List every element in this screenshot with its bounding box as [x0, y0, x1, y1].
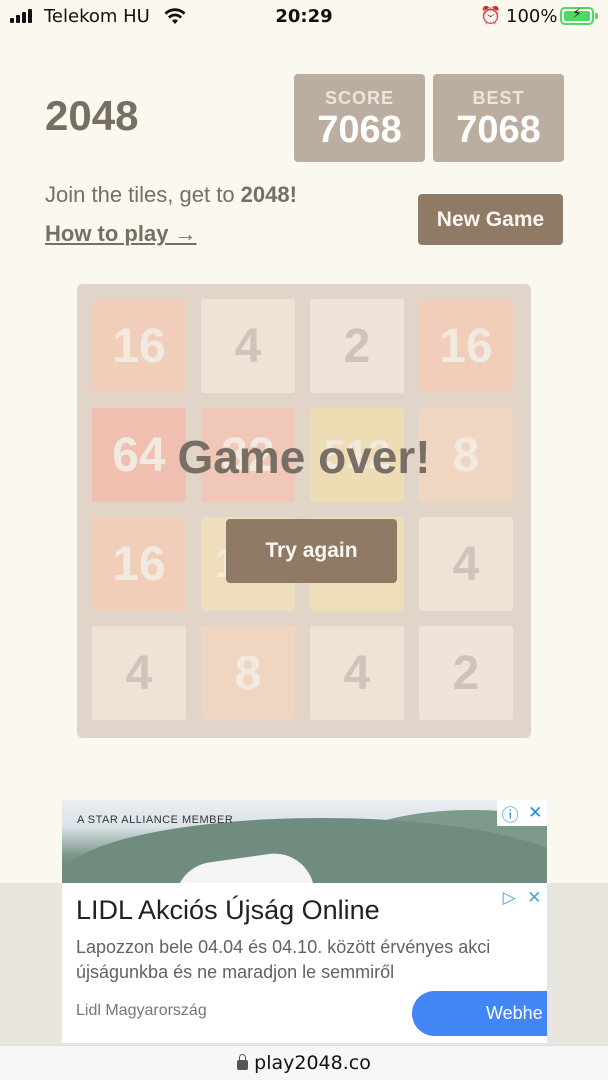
game-title: 2048 — [45, 92, 139, 139]
intro-text: Join the tiles, get to 2048! — [45, 182, 297, 208]
browser-url-bar[interactable]: play2048.co — [0, 1045, 608, 1080]
score-box: SCORE 7068 — [294, 74, 425, 162]
how-to-play-link[interactable]: How to play → — [45, 221, 197, 247]
ad-body: Lapozzon bele 04.04 és 04.10. között érv… — [76, 935, 547, 985]
intro-text-main: Join the tiles, get to — [45, 182, 241, 207]
ad-banner-tagline: A STAR ALLIANCE MEMBER — [77, 814, 234, 826]
ad-card-close-icon[interactable]: ✕ — [527, 888, 541, 908]
ad-card[interactable]: LIDL Akciós Újság Online Lapozzon bele 0… — [62, 883, 547, 1043]
best-label: BEST — [472, 88, 525, 108]
adchoices-icon[interactable]: ▷ — [503, 888, 516, 908]
ad-cta-button[interactable]: Webhe — [412, 991, 547, 1036]
url-text[interactable]: play2048.co — [254, 1052, 371, 1074]
game-over-overlay: Game over! Try again — [77, 284, 531, 738]
ad-banner-image[interactable]: A STAR ALLIANCE MEMBER ⓘ ✕ — [62, 800, 547, 890]
game-board[interactable]: 164216643251281612825644842 Game over! T… — [77, 284, 531, 738]
status-bar: Telekom HU 20:29 ⏰ 100% ⚡ — [0, 0, 608, 34]
alarm-clock-icon: ⏰ — [480, 6, 502, 26]
battery-charging-icon: ⚡ — [560, 6, 598, 25]
ad-source: Lidl Magyarország — [76, 1002, 207, 1019]
try-again-button[interactable]: Try again — [226, 519, 397, 583]
ad-info-icon[interactable]: ⓘ — [502, 801, 519, 826]
ad-body-line-1: Lapozzon bele 04.04 és 04.10. között érv… — [76, 937, 491, 957]
best-score-box: BEST 7068 — [433, 74, 564, 162]
intro-target: 2048! — [240, 182, 297, 207]
ad-card-controls[interactable]: ▷ ✕ — [497, 885, 547, 911]
ad-choices[interactable]: ⓘ ✕ — [497, 800, 547, 826]
score-label: SCORE — [324, 88, 394, 108]
lock-icon — [237, 1054, 249, 1070]
ad-body-line-2: újságunkba és ne maradjon le semmiről — [76, 962, 395, 982]
new-game-button[interactable]: New Game — [418, 194, 563, 245]
ad-close-icon[interactable]: ✕ — [528, 803, 542, 823]
score-value: 7068 — [317, 109, 402, 151]
best-value: 7068 — [456, 109, 541, 151]
ad-headline[interactable]: LIDL Akciós Újság Online — [76, 895, 380, 926]
game-over-message: Game over! — [177, 431, 431, 483]
battery-percentage: 100% — [506, 6, 558, 27]
